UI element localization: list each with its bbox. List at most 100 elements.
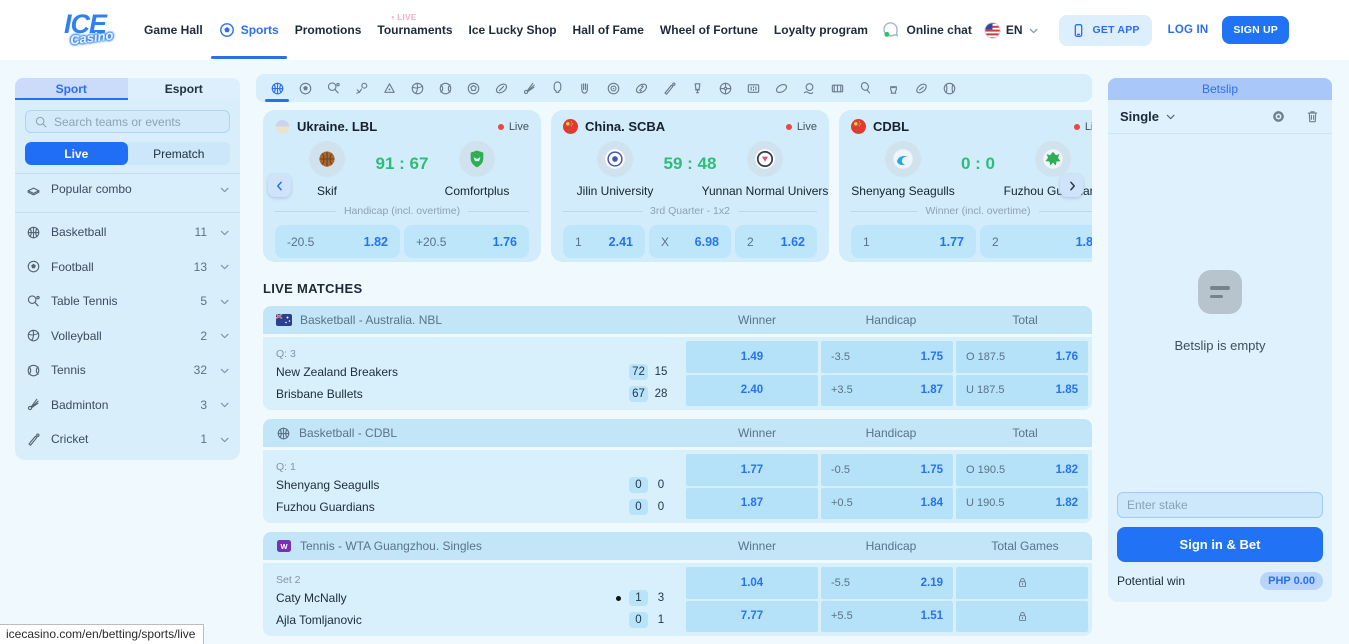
odds-button[interactable]: X6.98 bbox=[649, 225, 731, 258]
handicap-odds-button[interactable]: +5.51.51 bbox=[821, 601, 953, 633]
winner-odds-button[interactable]: 2.40 bbox=[686, 375, 818, 407]
section-league-name: Basketball - Australia. NBL bbox=[300, 313, 442, 327]
volleyball-icon bbox=[25, 328, 41, 343]
strip-cricket-icon[interactable] bbox=[655, 74, 683, 102]
nav-item-hall-of-fame[interactable]: Hall of Fame bbox=[573, 0, 644, 60]
toggle-prematch[interactable]: Prematch bbox=[128, 142, 231, 165]
winner-odds-button[interactable]: 7.77 bbox=[686, 601, 818, 633]
betslip-settings-button[interactable] bbox=[1271, 109, 1286, 124]
match-period: Set 2 bbox=[276, 574, 686, 586]
sign-up-button[interactable]: SIGN UP bbox=[1222, 16, 1289, 44]
handicap-odds-button[interactable]: -5.52.19 bbox=[821, 567, 953, 599]
strip-water-polo-icon[interactable] bbox=[795, 74, 823, 102]
nav-item-sports[interactable]: Sports bbox=[219, 0, 279, 60]
handicap-odds-button[interactable]: +0.51.84 bbox=[821, 488, 953, 520]
sport-name: Volleyball bbox=[51, 329, 200, 343]
search-box[interactable] bbox=[25, 110, 230, 133]
odds-button[interactable]: 12.41 bbox=[563, 225, 645, 258]
sign-in-and-bet-button[interactable]: Sign in & Bet bbox=[1117, 527, 1323, 562]
nav-item-tournaments[interactable]: • LIVETournaments bbox=[377, 0, 452, 60]
handicap-odds-button[interactable]: +3.51.87 bbox=[821, 375, 953, 407]
handicap-odds-button[interactable]: -3.51.75 bbox=[821, 341, 953, 373]
strip-handball-icon[interactable] bbox=[571, 74, 599, 102]
odds-button[interactable]: +20.51.76 bbox=[404, 225, 529, 258]
winner-odds-button[interactable]: 1.77 bbox=[686, 454, 818, 486]
bet-mode-dropdown[interactable]: Single bbox=[1120, 109, 1271, 124]
sidebar-sport-table-tennis[interactable]: Table Tennis5 bbox=[25, 284, 230, 319]
strip-american-football-icon[interactable] bbox=[627, 74, 655, 102]
stake-field[interactable] bbox=[1117, 492, 1323, 518]
match-card-3[interactable]: CDBLLiveShenyang Seagulls0 : 0Fuzhou Gua… bbox=[839, 110, 1092, 262]
phone-icon bbox=[1071, 23, 1086, 38]
strip-wheel-icon[interactable] bbox=[711, 74, 739, 102]
strip-football-alt-icon[interactable] bbox=[459, 74, 487, 102]
match-card-1[interactable]: Ukraine. LBLLiveSkif91 : 67ComfortplusHa… bbox=[263, 110, 541, 262]
language-selector[interactable]: EN bbox=[984, 22, 1039, 39]
sidebar-sport-tennis[interactable]: Tennis32 bbox=[25, 353, 230, 388]
nav-item-ice-lucky-shop[interactable]: Ice Lucky Shop bbox=[469, 0, 557, 60]
total-odds-button[interactable]: U 187.51.85 bbox=[956, 375, 1088, 407]
winner-odds-button[interactable]: 1.87 bbox=[686, 488, 818, 520]
nav-item-game-hall[interactable]: Game Hall bbox=[144, 0, 203, 60]
strip-rugby-league-icon[interactable] bbox=[767, 74, 795, 102]
league-section-1: Basketball - Australia. NBLWinnerHandica… bbox=[263, 306, 1092, 410]
column-header: Total Games bbox=[958, 539, 1092, 553]
strip-baseball-icon[interactable] bbox=[935, 74, 963, 102]
main-nav: Game Hall Sports Promotions• LIVETournamen… bbox=[144, 0, 868, 60]
sidebar-sport-football[interactable]: Football13 bbox=[25, 250, 230, 285]
stake-input[interactable] bbox=[1127, 498, 1313, 512]
chevron-down-icon bbox=[219, 434, 230, 445]
carousel-next-button[interactable] bbox=[1060, 174, 1083, 197]
strip-volleyball-serve-icon[interactable] bbox=[347, 74, 375, 102]
strip-racquetball-icon[interactable] bbox=[851, 74, 879, 102]
strip-tennis-icon[interactable] bbox=[431, 74, 459, 102]
strip-aussie-rules-icon[interactable] bbox=[907, 74, 935, 102]
sidebar-sport-basketball[interactable]: Basketball11 bbox=[25, 215, 230, 250]
sidebar-sport-cricket[interactable]: Cricket1 bbox=[25, 422, 230, 457]
sports-sidebar: SportEsport LivePrematch Popular combo B… bbox=[15, 78, 240, 460]
match-row: Q: 1Shenyang Seagulls00Fuzhou Guardians0… bbox=[263, 450, 1092, 523]
strip-basketball-icon[interactable] bbox=[263, 74, 291, 102]
brand-logo[interactable]: ICE Casino bbox=[64, 9, 122, 51]
nav-item-promotions[interactable]: Promotions bbox=[295, 0, 362, 60]
sidebar-sport-badminton[interactable]: Badminton3 bbox=[25, 388, 230, 423]
strip-billiards-icon[interactable] bbox=[375, 74, 403, 102]
live-badge: Live bbox=[1074, 121, 1092, 133]
popular-combo-row[interactable]: Popular combo bbox=[25, 174, 230, 204]
odds-button[interactable]: 21.8 bbox=[980, 225, 1092, 258]
strip-volleyball-icon[interactable] bbox=[403, 74, 431, 102]
odds-button[interactable]: -20.51.82 bbox=[275, 225, 400, 258]
live-matches-title: LIVE MATCHES bbox=[263, 281, 1092, 296]
log-in-button[interactable]: LOG IN bbox=[1168, 24, 1209, 36]
strip-football-icon[interactable] bbox=[291, 74, 319, 102]
strip-scoreboard-icon[interactable] bbox=[739, 74, 767, 102]
get-app-button[interactable]: GET APP bbox=[1059, 15, 1152, 46]
strip-darts-icon[interactable] bbox=[599, 74, 627, 102]
winner-odds-button[interactable]: 1.04 bbox=[686, 567, 818, 599]
strip-table-tennis-icon[interactable] bbox=[319, 74, 347, 102]
handicap-odds-button[interactable]: -0.51.75 bbox=[821, 454, 953, 486]
strip-badminton-icon[interactable] bbox=[515, 74, 543, 102]
total-odds-button[interactable]: O 187.51.76 bbox=[956, 341, 1088, 373]
nav-item-wheel-of-fortune[interactable]: Wheel of Fortune bbox=[660, 0, 758, 60]
strip-rugby-icon[interactable] bbox=[487, 74, 515, 102]
betslip-clear-button[interactable] bbox=[1305, 109, 1320, 124]
total-odds-button[interactable]: O 190.51.82 bbox=[956, 454, 1088, 486]
winner-odds-button[interactable]: 1.49 bbox=[686, 341, 818, 373]
sidebar-tab-sport[interactable]: Sport bbox=[15, 78, 128, 100]
toggle-live[interactable]: Live bbox=[25, 142, 128, 165]
sidebar-sport-volleyball[interactable]: Volleyball2 bbox=[25, 319, 230, 354]
odds-button[interactable]: 21.62 bbox=[735, 225, 817, 258]
strip-beer-pong-icon[interactable] bbox=[683, 74, 711, 102]
strip-chess-icon[interactable] bbox=[879, 74, 907, 102]
strip-boxing-icon[interactable] bbox=[543, 74, 571, 102]
odds-button[interactable]: 11.77 bbox=[851, 225, 976, 258]
match-card-2[interactable]: China. SCBALiveJilin University59 : 48Yu… bbox=[551, 110, 829, 262]
strip-table-football-icon[interactable] bbox=[823, 74, 851, 102]
search-input[interactable] bbox=[54, 115, 221, 129]
carousel-prev-button[interactable] bbox=[268, 174, 291, 197]
nav-item-loyalty-program[interactable]: Loyalty program bbox=[774, 0, 868, 60]
total-odds-button[interactable]: U 190.51.82 bbox=[956, 488, 1088, 520]
online-chat-button[interactable]: Online chat bbox=[881, 21, 971, 40]
sidebar-tab-esport[interactable]: Esport bbox=[128, 78, 241, 100]
